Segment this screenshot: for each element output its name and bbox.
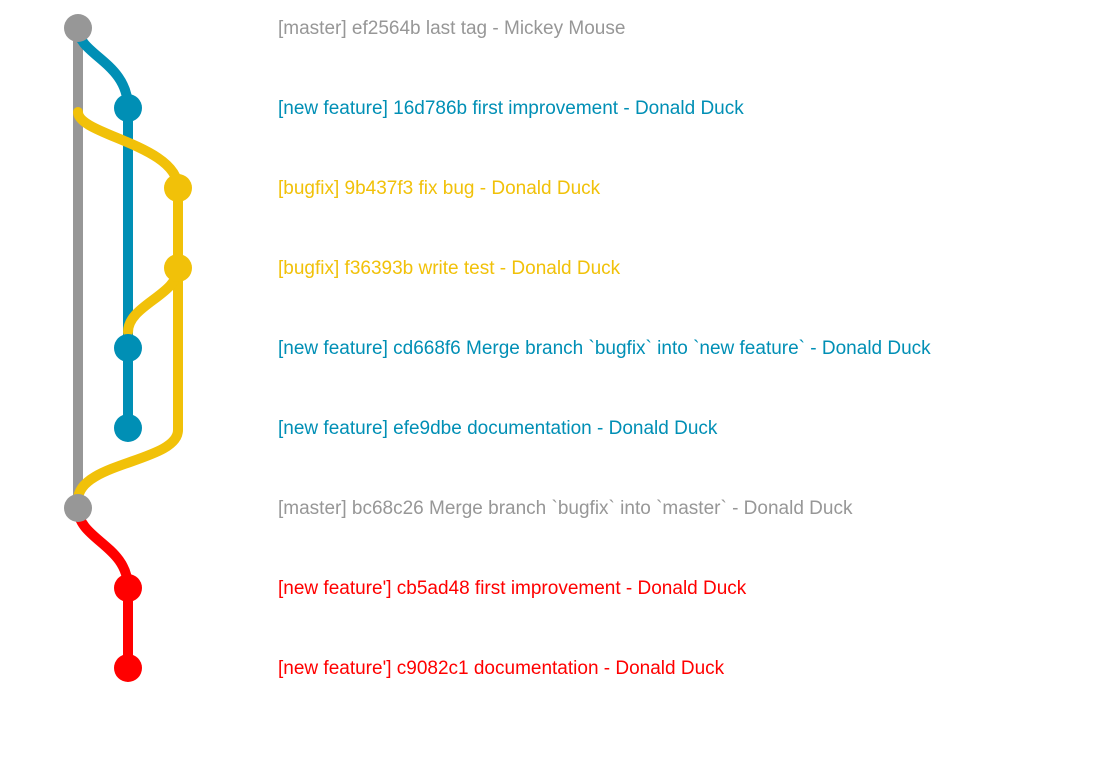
commit-label-efe9dbe: [new feature] efe9dbe documentation - Do… [278,418,718,439]
edge-branch-new-feature-prime [73,503,133,593]
commit-node-16d786b[interactable] [114,94,142,122]
git-graph: [master] ef2564b last tag - Mickey Mouse… [0,0,1106,776]
commit-label-ef2564b: [master] ef2564b last tag - Mickey Mouse [278,18,625,39]
commit-label-9b437f3: [bugfix] 9b437f3 fix bug - Donald Duck [278,178,601,199]
commit-node-c9082c1[interactable] [114,654,142,682]
git-graph-svg: [master] ef2564b last tag - Mickey Mouse… [64,14,931,682]
commit-node-9b437f3[interactable] [164,174,192,202]
commit-node-bc68c26[interactable] [64,494,92,522]
commit-label-cb5ad48: [new feature'] cb5ad48 first improvement… [278,578,747,599]
commit-label-cd668f6: [new feature] cd668f6 Merge branch `bugf… [278,338,931,359]
commit-node-cd668f6[interactable] [114,334,142,362]
commit-node-f36393b[interactable] [164,254,192,282]
commit-label-c9082c1: [new feature'] c9082c1 documentation - D… [278,658,725,679]
commit-label-16d786b: [new feature] 16d786b first improvement … [278,98,744,119]
commit-node-cb5ad48[interactable] [114,574,142,602]
commit-node-ef2564b[interactable] [64,14,92,42]
commit-label-bc68c26: [master] bc68c26 Merge branch `bugfix` i… [278,498,853,519]
edge-branch-new-feature [73,23,133,113]
commit-label-f36393b: [bugfix] f36393b write test - Donald Duc… [278,258,621,279]
commit-node-efe9dbe[interactable] [114,414,142,442]
